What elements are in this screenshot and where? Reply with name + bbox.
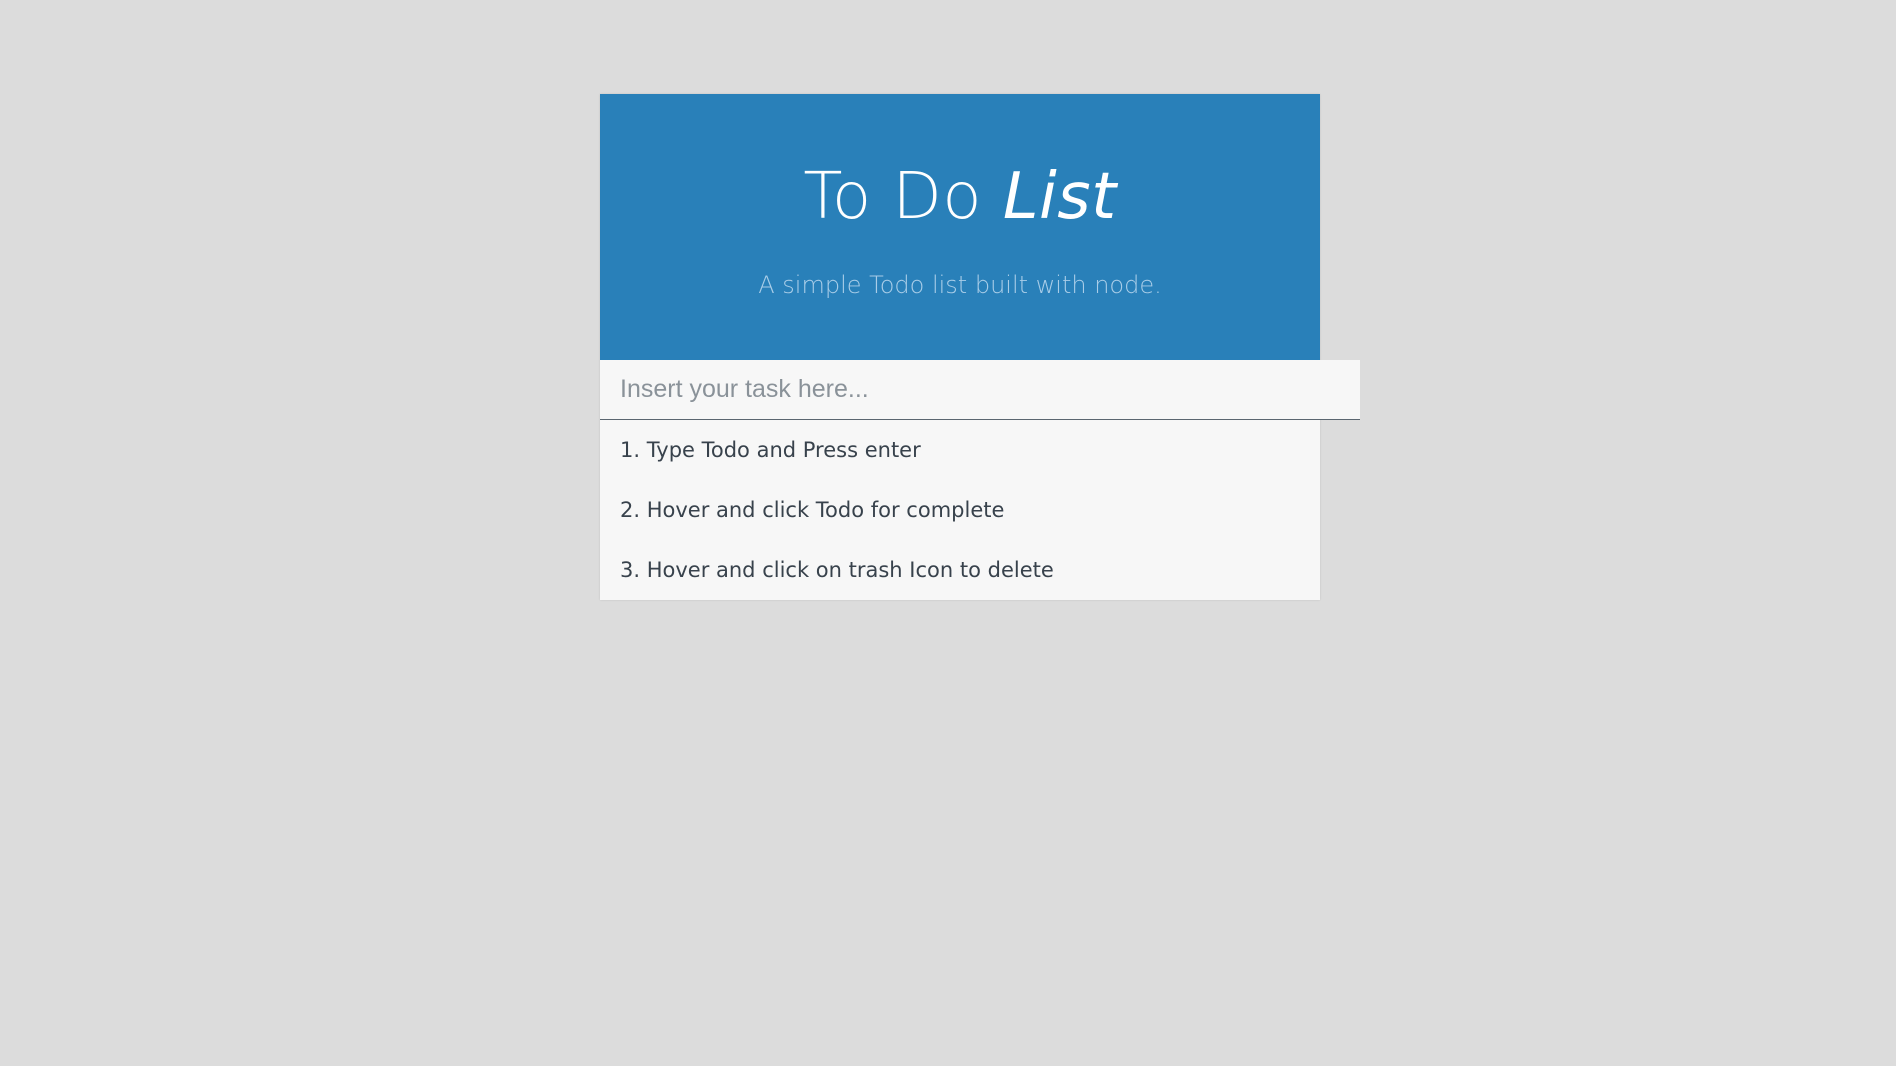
todo-item[interactable]: 3. Hover and click on trash Icon to dele… (600, 540, 1320, 600)
todo-item[interactable]: 1. Type Todo and Press enter (600, 420, 1320, 480)
page-title: To Do List (600, 158, 1320, 236)
todo-list: 1. Type Todo and Press enter 2. Hover an… (600, 420, 1320, 600)
task-input[interactable] (600, 360, 1360, 420)
title-emphasis-text: List (1002, 160, 1117, 234)
title-main-text: To Do (803, 160, 1003, 234)
todo-item[interactable]: 2. Hover and click Todo for complete (600, 480, 1320, 540)
page-subtitle: A simple Todo list built with node. (758, 271, 1162, 299)
todo-header: To Do List A simple Todo list built with… (600, 94, 1320, 360)
todo-card: To Do List A simple Todo list built with… (600, 94, 1360, 600)
task-input-wrapper (600, 360, 1360, 420)
